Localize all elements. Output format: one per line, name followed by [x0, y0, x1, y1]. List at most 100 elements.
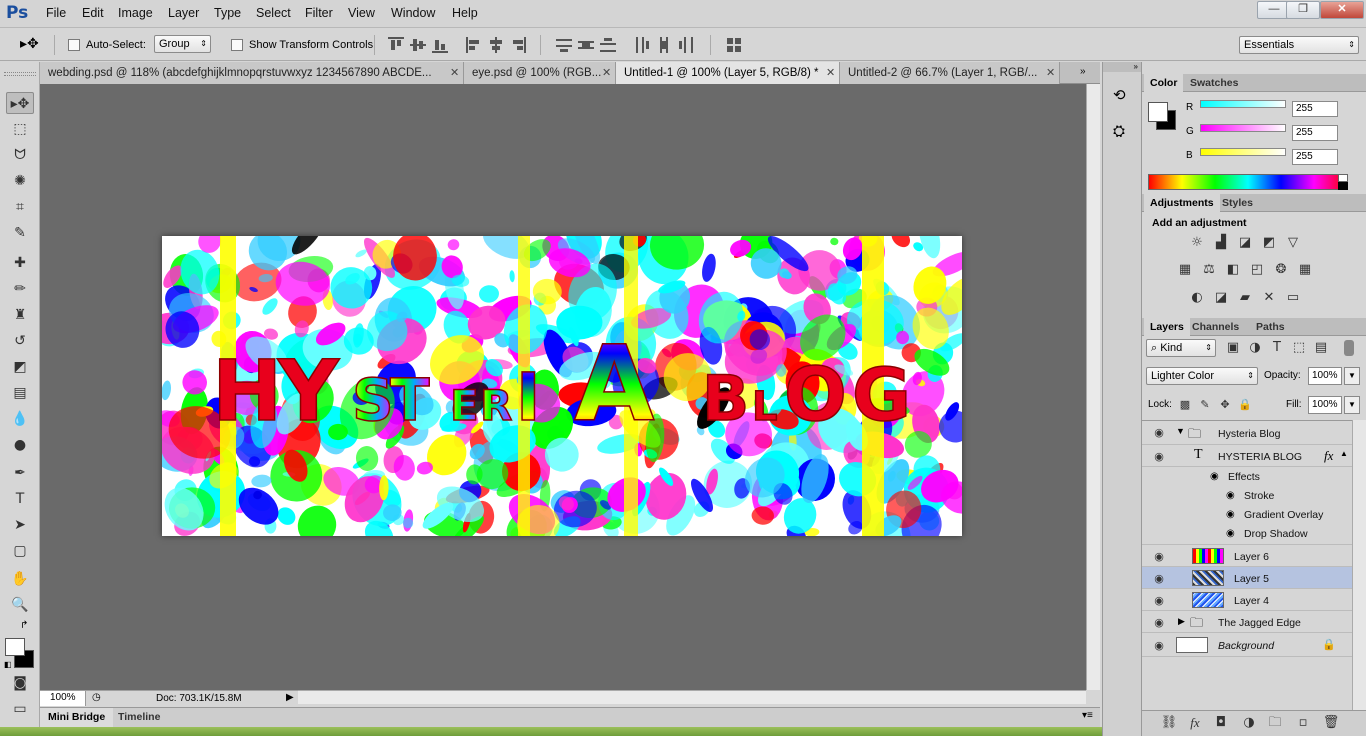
add-mask-icon[interactable]: ◘ [1212, 715, 1230, 731]
dodge-tool-icon[interactable]: ● [6, 434, 34, 456]
tab-webding[interactable]: webding.psd @ 118% (abcdefghijklmnopqrst… [40, 62, 464, 84]
b-slider[interactable] [1200, 148, 1286, 156]
clone-stamp-tool-icon[interactable]: ♜ [6, 304, 34, 326]
zoom-level[interactable]: 100% [40, 691, 86, 706]
posterize-icon[interactable]: ◪ [1212, 290, 1230, 306]
healing-brush-tool-icon[interactable]: ✚ [6, 252, 34, 274]
distribute-vcenter-icon[interactable] [578, 37, 594, 53]
vertical-scrollbar[interactable] [1086, 84, 1100, 690]
restore-button[interactable]: ❐ [1286, 1, 1320, 19]
fill-field[interactable]: 100% [1308, 396, 1342, 414]
link-layers-icon[interactable]: ⛓ [1160, 715, 1178, 731]
effect-row-gradient-overlay[interactable]: ◉ Gradient Overlay [1142, 506, 1352, 525]
color-balance-icon[interactable]: ⚖ [1200, 262, 1218, 278]
visibility-eye-icon[interactable]: ◉ [1226, 528, 1235, 539]
tabs-overflow-icon[interactable]: » [1080, 66, 1086, 77]
new-group-icon[interactable]: 🗀 [1266, 715, 1284, 731]
color-ramp[interactable] [1148, 174, 1348, 190]
close-tab-icon[interactable]: ✕ [826, 66, 835, 79]
g-slider[interactable] [1200, 124, 1286, 132]
photo-filter-icon[interactable]: ◰ [1248, 262, 1266, 278]
gradient-map-icon[interactable]: ▭ [1284, 290, 1302, 306]
quick-select-tool-icon[interactable]: ✺ [6, 170, 34, 192]
layer-row-layer-4[interactable]: ◉ Layer 4 [1142, 589, 1366, 611]
filter-toggle[interactable] [1344, 340, 1354, 356]
tab-untitled-1[interactable]: Untitled-1 @ 100% (Layer 5, RGB/8) * [616, 62, 840, 84]
auto-select-dropdown[interactable]: Group ⇕ [154, 35, 211, 53]
b-value[interactable]: 255 [1292, 149, 1338, 165]
layer-row-layer-6[interactable]: ◉ Layer 6 [1142, 545, 1366, 567]
visibility-eye-icon[interactable]: ◉ [1152, 639, 1166, 652]
tab-color[interactable]: Color [1144, 74, 1184, 92]
panel-menu-icon[interactable]: ▾≡ [1082, 710, 1093, 721]
document-canvas[interactable]: H Y S T E R I A B L O G [162, 236, 962, 536]
close-tab-icon[interactable]: ✕ [1046, 66, 1055, 79]
properties-panel-icon[interactable]: ⛭ [1113, 122, 1125, 140]
layer-row-hysteria-blog[interactable]: ◉ ▼ 🗀 Hysteria Blog [1142, 421, 1366, 445]
r-slider[interactable] [1200, 100, 1286, 108]
threshold-icon[interactable]: ▰ [1236, 290, 1254, 306]
swap-colors-icon[interactable]: ↱ [20, 620, 28, 631]
crop-tool-icon[interactable]: ⌗ [6, 196, 34, 218]
layer-row-jagged-edge[interactable]: ◉ ▶ 🗀 The Jagged Edge [1142, 611, 1366, 633]
fg-color-chip[interactable] [1148, 102, 1168, 122]
distribute-left-icon[interactable] [634, 37, 650, 53]
eyedropper-tool-icon[interactable]: ✎ [6, 222, 34, 244]
distribute-top-icon[interactable] [556, 37, 572, 53]
fx-badge[interactable]: fx [1324, 448, 1333, 464]
tab-styles[interactable]: Styles [1216, 194, 1259, 212]
hand-tool-icon[interactable]: ✋ [6, 568, 34, 590]
layers-scrollbar[interactable] [1352, 420, 1366, 710]
r-value[interactable]: 255 [1292, 101, 1338, 117]
tab-timeline[interactable]: Timeline [112, 708, 166, 727]
zoom-tool-icon[interactable]: 🔍 [6, 594, 34, 616]
visibility-eye-icon[interactable]: ◉ [1226, 490, 1235, 501]
channel-mixer-icon[interactable]: ❂ [1272, 262, 1290, 278]
lock-transparent-icon[interactable]: ▩ [1176, 397, 1194, 413]
visibility-eye-icon[interactable]: ◉ [1152, 594, 1166, 607]
menu-layer[interactable]: Layer [168, 6, 199, 20]
align-bottom-icon[interactable] [432, 37, 448, 53]
tab-eye[interactable]: eye.psd @ 100% (RGB... [464, 62, 616, 84]
opacity-field[interactable]: 100% [1308, 367, 1342, 385]
brush-tool-icon[interactable]: ✏ [6, 278, 34, 300]
brightness-icon[interactable]: ☼ [1188, 235, 1206, 251]
fill-dropdown-icon[interactable]: ▼ [1344, 396, 1360, 414]
path-selection-tool-icon[interactable]: ➤ [6, 514, 34, 536]
hue-saturation-icon[interactable]: ▦ [1176, 262, 1194, 278]
menu-filter[interactable]: Filter [305, 6, 333, 20]
eraser-tool-icon[interactable]: ◩ [6, 356, 34, 378]
levels-icon[interactable]: ▟ [1212, 235, 1230, 251]
vibrance-icon[interactable]: ▽ [1284, 235, 1302, 251]
screen-mode-icon[interactable]: ▭ [6, 698, 34, 720]
lock-position-icon[interactable]: ✥ [1216, 397, 1234, 413]
invert-icon[interactable]: ◐ [1188, 290, 1206, 306]
close-tab-icon[interactable]: ✕ [450, 66, 459, 79]
auto-select-checkbox[interactable] [68, 39, 80, 51]
shape-tool-icon[interactable]: ▢ [6, 540, 34, 562]
visibility-eye-icon[interactable]: ◉ [1152, 616, 1166, 629]
blur-tool-icon[interactable]: 💧 [6, 408, 34, 430]
collapse-arrow-icon[interactable]: ▶ [1178, 616, 1185, 627]
fx-toggle-icon[interactable]: ▲ [1340, 449, 1348, 458]
menu-edit[interactable]: Edit [82, 6, 104, 20]
ramp-white[interactable] [1338, 174, 1348, 182]
show-transform-checkbox[interactable] [231, 39, 243, 51]
distribute-right-icon[interactable] [678, 37, 694, 53]
black-white-icon[interactable]: ◧ [1224, 262, 1242, 278]
filter-adjustment-icon[interactable]: ◑ [1246, 340, 1264, 356]
align-hcenter-icon[interactable] [488, 37, 504, 53]
quick-mask-icon[interactable]: ◙ [6, 672, 34, 694]
align-top-icon[interactable] [388, 37, 404, 53]
toolbar-grip[interactable] [4, 72, 36, 76]
filter-shape-icon[interactable]: ⬚ [1290, 340, 1308, 356]
exposure-icon[interactable]: ◩ [1260, 235, 1278, 251]
close-tab-icon[interactable]: ✕ [602, 66, 611, 79]
tab-layers[interactable]: Layers [1144, 318, 1190, 336]
close-button[interactable]: ✕ [1320, 1, 1364, 19]
menu-help[interactable]: Help [452, 6, 478, 20]
selective-color-icon[interactable]: ✕ [1260, 290, 1278, 306]
effect-row-stroke[interactable]: ◉ Stroke [1142, 487, 1352, 506]
visibility-eye-icon[interactable]: ◉ [1152, 572, 1166, 585]
opacity-dropdown-icon[interactable]: ▼ [1344, 367, 1360, 385]
